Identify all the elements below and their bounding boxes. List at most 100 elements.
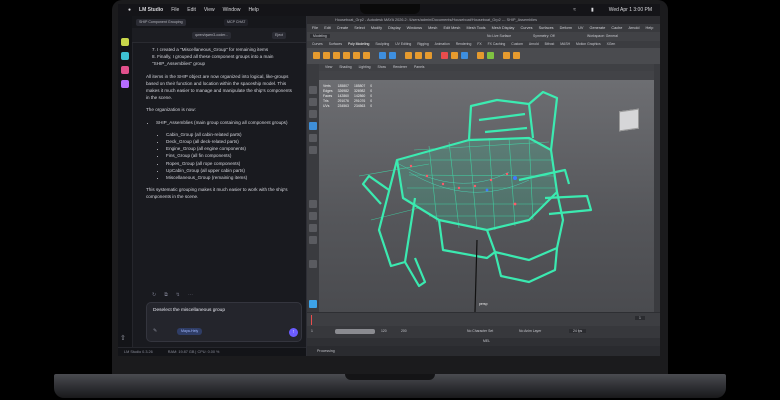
model-selector[interactable]: qwen/qwen3-coder... xyxy=(192,32,232,39)
symmetry-dropdown[interactable]: Symmetry: Off xyxy=(533,34,555,38)
paint-select-icon[interactable] xyxy=(309,110,317,118)
menubar-app-name[interactable]: LM Studio xyxy=(139,7,163,13)
target-weld-icon[interactable] xyxy=(451,52,458,59)
menu-edit[interactable]: Edit xyxy=(187,7,196,13)
plane-icon[interactable] xyxy=(363,52,370,59)
bevel-icon[interactable] xyxy=(415,52,422,59)
layout-single-icon[interactable] xyxy=(309,200,317,208)
layout-four-icon[interactable] xyxy=(309,212,317,220)
mode-dropdown[interactable]: Modeling xyxy=(310,34,330,38)
branch-icon[interactable]: ↯ xyxy=(176,292,180,298)
character-set-dropdown[interactable]: No Character Set xyxy=(467,329,493,333)
shelf-tab[interactable]: Bifrost xyxy=(545,42,555,46)
menu-file[interactable]: File xyxy=(171,7,179,13)
models-icon[interactable] xyxy=(121,66,129,74)
shelf-tab[interactable]: Motion Graphics xyxy=(576,42,601,46)
torus-icon[interactable] xyxy=(353,52,360,59)
model-chip[interactable]: Maya-Hely xyxy=(177,328,203,335)
shelf-tab[interactable]: Rendering xyxy=(456,42,472,46)
cone-icon[interactable] xyxy=(343,52,350,59)
copy-icon[interactable]: ⧉ xyxy=(164,292,168,298)
shelf-tab[interactable]: Sculpting xyxy=(375,42,389,46)
current-time-marker[interactable] xyxy=(311,315,312,325)
mirror-icon[interactable] xyxy=(503,52,510,59)
search-icon[interactable] xyxy=(121,80,129,88)
maya-menu-item[interactable]: File xyxy=(312,26,318,30)
maya-menu-item[interactable]: Select xyxy=(354,26,365,30)
maya-menu-item[interactable]: Cache xyxy=(611,26,622,30)
layout-side-icon[interactable] xyxy=(309,224,317,232)
maya-menu-item[interactable]: Arnold xyxy=(628,26,639,30)
wifi-icon[interactable]: ≈ xyxy=(573,7,576,13)
anim-layer-dropdown[interactable]: No Anim Layer xyxy=(519,329,541,333)
cylinder-icon[interactable] xyxy=(333,52,340,59)
shelf-tab[interactable]: Curves xyxy=(312,42,323,46)
maya-menu-item[interactable]: Mesh Display xyxy=(492,26,515,30)
shelf-tab[interactable]: Rigging xyxy=(417,42,429,46)
shelf-tab[interactable]: Animation xyxy=(435,42,450,46)
eject-button[interactable]: Eject xyxy=(272,32,286,39)
maya-menu-item[interactable]: Display xyxy=(388,26,400,30)
panel-menu-item[interactable]: Show xyxy=(378,65,386,69)
select-tool-icon[interactable] xyxy=(309,86,317,94)
shelf-tab[interactable]: UV Editing xyxy=(395,42,411,46)
sphere-icon[interactable] xyxy=(323,52,330,59)
anim-end-field[interactable]: 200 xyxy=(401,329,407,333)
composer-input[interactable]: Deselect the miscellaneous group xyxy=(153,308,225,313)
quad-draw-icon[interactable] xyxy=(477,52,484,59)
smooth-icon[interactable] xyxy=(487,52,494,59)
send-button[interactable]: ↑ xyxy=(289,328,298,337)
command-line[interactable]: MEL xyxy=(307,338,660,346)
attach-icon[interactable]: ✎ xyxy=(153,328,157,334)
menubar-clock[interactable]: Wed Apr 1 3:00 PM xyxy=(609,7,652,13)
maya-menu-item[interactable]: Edit Mesh xyxy=(443,26,460,30)
chat-composer[interactable]: Deselect the miscellaneous group ✎ Maya-… xyxy=(146,302,302,342)
tab-mcp-chat[interactable]: MCP CHAT xyxy=(224,19,249,26)
more-icon[interactable]: ⋯ xyxy=(188,292,193,298)
multicut-icon[interactable] xyxy=(441,52,448,59)
outliner-layout-icon[interactable] xyxy=(309,236,317,244)
maya-menu-item[interactable]: Mesh xyxy=(428,26,437,30)
tab-chat[interactable]: SHIP Component Grouping xyxy=(136,19,186,26)
boolean-icon[interactable] xyxy=(513,52,520,59)
shelf-tab[interactable]: Surfaces xyxy=(329,42,342,46)
maya-menu-item[interactable]: UV xyxy=(578,26,583,30)
panel-menu-item[interactable]: View xyxy=(325,65,332,69)
battery-icon[interactable]: ▮ xyxy=(591,7,594,13)
panel-menu-item[interactable]: Renderer xyxy=(393,65,407,69)
perspective-viewport[interactable]: Verts 185807 185807 0 Edges 326982 326982 0 Fa… xyxy=(319,80,654,312)
shelf-tab[interactable]: FX xyxy=(477,42,481,46)
maya-menu-item[interactable]: Deform xyxy=(560,26,572,30)
shelf-tab[interactable]: FX Caching xyxy=(488,42,506,46)
shelf-tab[interactable]: MASH xyxy=(560,42,570,46)
time-slider[interactable]: 1 xyxy=(307,312,660,327)
maya-menu-item[interactable]: Mesh Tools xyxy=(466,26,485,30)
maya-menu-item[interactable]: Windows xyxy=(407,26,422,30)
ship-wireframe-model[interactable] xyxy=(319,80,654,312)
maya-menu-item[interactable]: Create xyxy=(337,26,348,30)
upload-icon[interactable]: ⇧ xyxy=(120,334,126,342)
apple-icon[interactable]: ● xyxy=(128,7,131,13)
rotate-tool-icon[interactable] xyxy=(309,134,317,142)
fps-dropdown[interactable]: 24 fps xyxy=(569,329,587,333)
edge-loop-icon[interactable] xyxy=(461,52,468,59)
menu-window[interactable]: Window xyxy=(223,7,241,13)
maya-menu-item[interactable]: Surfaces xyxy=(539,26,554,30)
extrude-icon[interactable] xyxy=(405,52,412,59)
maya-menu-item[interactable]: Edit xyxy=(324,26,331,30)
bridge-icon[interactable] xyxy=(425,52,432,59)
separate-icon[interactable] xyxy=(389,52,396,59)
developer-icon[interactable] xyxy=(121,52,129,60)
scale-tool-icon[interactable] xyxy=(309,146,317,154)
live-surface[interactable]: No Live Surface xyxy=(487,34,511,38)
search-icon[interactable] xyxy=(309,260,317,268)
mel-m-icon[interactable] xyxy=(309,300,317,308)
mel-label[interactable]: MEL xyxy=(483,339,490,343)
menu-view[interactable]: View xyxy=(204,7,215,13)
current-frame-field[interactable]: 1 xyxy=(635,316,645,320)
maya-menu-item[interactable]: Modify xyxy=(371,26,382,30)
shelf-tab[interactable]: Custom xyxy=(511,42,523,46)
regenerate-icon[interactable]: ↻ xyxy=(152,292,156,298)
workspace-dropdown[interactable]: Workspace: General xyxy=(587,34,618,38)
range-start-field[interactable]: 1 xyxy=(311,329,313,333)
